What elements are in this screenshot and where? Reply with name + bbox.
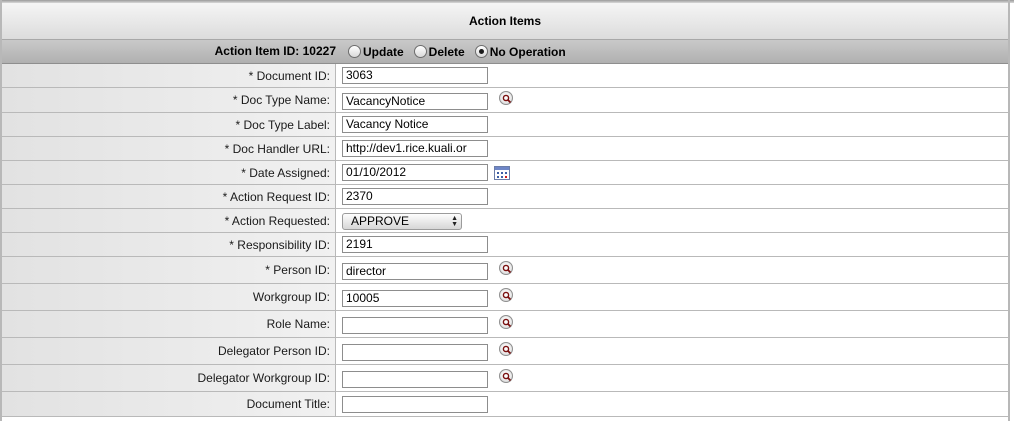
doc-handler-url-input[interactable]: http://dev1.rice.kuali.or [342, 140, 488, 157]
magnifier-lookup-icon[interactable] [499, 261, 513, 275]
magnifier-lookup-icon[interactable] [499, 342, 513, 356]
radio-update-label: Update [363, 44, 404, 59]
row-action-request-id: * Action Request ID: 2370 [2, 185, 1008, 209]
responsibility-id-label: * Responsibility ID: [2, 233, 336, 256]
person-id-label: * Person ID: [2, 257, 336, 283]
section-header: Action Items [2, 3, 1008, 40]
row-date-assigned: * Date Assigned: 01/10/2012 [2, 161, 1008, 185]
action-requested-value: APPROVE [351, 214, 410, 228]
magnifier-lookup-icon[interactable] [499, 369, 513, 383]
doc-type-name-label: * Doc Type Name: [2, 88, 336, 112]
row-workgroup-id: Workgroup ID: 10005 [2, 284, 1008, 311]
action-request-id-label: * Action Request ID: [2, 185, 336, 208]
doc-type-label-label: * Doc Type Label: [2, 113, 336, 136]
document-id-label: * Document ID: [2, 64, 336, 87]
workgroup-id-label: Workgroup ID: [2, 284, 336, 310]
role-name-label: Role Name: [2, 311, 336, 337]
action-requested-label: * Action Requested: [2, 209, 336, 232]
delegator-person-id-label: Delegator Person ID: [2, 338, 336, 364]
document-title-label: Document Title: [2, 392, 336, 416]
magnifier-lookup-icon[interactable] [499, 315, 513, 329]
up-down-arrows-icon: ▲ ▼ [451, 215, 458, 228]
row-delegator-person-id: Delegator Person ID: [2, 338, 1008, 365]
delegator-workgroup-id-label: Delegator Workgroup ID: [2, 365, 336, 391]
row-doc-type-name: * Doc Type Name: VacancyNotice [2, 88, 1008, 113]
person-id-input[interactable]: director [342, 263, 488, 280]
row-delegator-workgroup-id: Delegator Workgroup ID: [2, 365, 1008, 392]
action-requested-select[interactable]: APPROVE ▲ ▼ [342, 213, 462, 230]
radio-delete-label: Delete [428, 44, 465, 59]
row-responsibility-id: * Responsibility ID: 2191 [2, 233, 1008, 257]
row-document-title: Document Title: [2, 392, 1008, 417]
date-assigned-label: * Date Assigned: [2, 161, 336, 184]
delegator-person-id-input[interactable] [342, 344, 488, 361]
row-action-requested: * Action Requested: APPROVE ▲ ▼ [2, 209, 1008, 233]
row-document-id: * Document ID: 3063 [2, 64, 1008, 88]
radio-update-button[interactable] [348, 45, 361, 58]
radio-no-operation-label: No Operation [489, 44, 566, 59]
radio-update[interactable]: Update [348, 45, 404, 59]
radio-delete-button[interactable] [413, 45, 427, 58]
action-request-id-input[interactable]: 2370 [342, 188, 488, 205]
role-name-input[interactable] [342, 317, 488, 334]
row-role-name: Role Name: [2, 311, 1008, 338]
workgroup-id-input[interactable]: 10005 [342, 290, 488, 307]
action-item-id-label: Action Item ID: 10227 [214, 44, 336, 58]
doc-handler-url-label: * Doc Handler URL: [2, 137, 336, 160]
responsibility-id-input[interactable]: 2191 [342, 236, 488, 253]
date-assigned-input[interactable]: 01/10/2012 [342, 164, 488, 181]
row-doc-handler-url: * Doc Handler URL: http://dev1.rice.kual… [2, 137, 1008, 161]
fields-table: * Document ID: 3063 * Doc Type Name: Vac… [2, 64, 1008, 417]
row-doc-type-label: * Doc Type Label: Vacancy Notice [2, 113, 1008, 137]
action-item-id-bar: Action Item ID: 10227 Update Delete No O… [2, 40, 1008, 64]
document-title-input[interactable] [342, 396, 488, 413]
radio-delete[interactable]: Delete [413, 44, 465, 59]
operation-radio-group: Update Delete No Operation [348, 40, 566, 63]
document-id-input[interactable]: 3063 [342, 67, 488, 84]
calendar-icon[interactable] [494, 166, 510, 180]
radio-no-operation[interactable]: No Operation [474, 44, 566, 59]
delegator-workgroup-id-input[interactable] [342, 371, 488, 388]
doc-type-label-input[interactable]: Vacancy Notice [342, 116, 488, 133]
magnifier-lookup-icon[interactable] [499, 91, 513, 105]
magnifier-lookup-icon[interactable] [499, 288, 513, 302]
section-title: Action Items [468, 14, 541, 28]
doc-type-name-input[interactable]: VacancyNotice [342, 93, 488, 110]
radio-no-operation-button[interactable] [474, 45, 488, 58]
row-person-id: * Person ID: director [2, 257, 1008, 284]
